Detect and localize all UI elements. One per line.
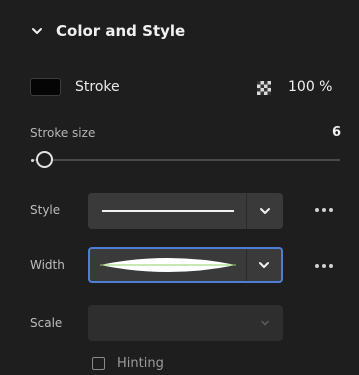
slider-min-dot (31, 159, 34, 162)
chevron-down-icon (261, 320, 269, 326)
style-label: Style (30, 203, 61, 217)
hinting-row[interactable]: Hinting (92, 356, 164, 371)
style-dropdown[interactable] (88, 193, 283, 229)
scale-label: Scale (30, 316, 63, 330)
chevron-down-icon (260, 208, 270, 214)
stroke-size-slider-track[interactable] (32, 159, 340, 161)
style-more-options-icon[interactable] (312, 200, 336, 220)
stroke-color-swatch[interactable] (30, 78, 61, 96)
style-dropdown-caret[interactable] (247, 193, 283, 229)
width-dropdown[interactable] (88, 247, 283, 283)
width-label: Width (30, 258, 65, 272)
chevron-down-icon[interactable] (30, 24, 44, 38)
solid-line-icon (102, 210, 234, 212)
width-profile-icon (100, 258, 236, 272)
stroke-label: Stroke (75, 79, 120, 95)
opacity-checkerboard-icon[interactable] (257, 80, 271, 95)
width-more-options-icon[interactable] (312, 256, 336, 276)
stroke-size-label: Stroke size (30, 126, 96, 140)
chevron-down-icon (259, 262, 269, 268)
scale-preview (88, 305, 247, 341)
section-header[interactable]: Color and Style (0, 0, 359, 62)
scale-dropdown-caret (247, 305, 283, 341)
width-preview (90, 249, 247, 281)
stroke-size-value[interactable]: 6 (332, 125, 341, 140)
hinting-label: Hinting (117, 356, 164, 371)
style-preview (88, 193, 247, 229)
stroke-row: Stroke 100 % (0, 70, 359, 104)
opacity-value[interactable]: 100 % (288, 79, 332, 95)
scale-dropdown[interactable] (88, 305, 283, 341)
width-dropdown-caret[interactable] (247, 249, 281, 281)
color-and-style-panel: Color and Style Stroke 100 % Stroke size… (0, 0, 359, 375)
stroke-size-slider-thumb[interactable] (36, 151, 54, 168)
section-title: Color and Style (56, 22, 186, 40)
hinting-checkbox[interactable] (92, 357, 105, 370)
